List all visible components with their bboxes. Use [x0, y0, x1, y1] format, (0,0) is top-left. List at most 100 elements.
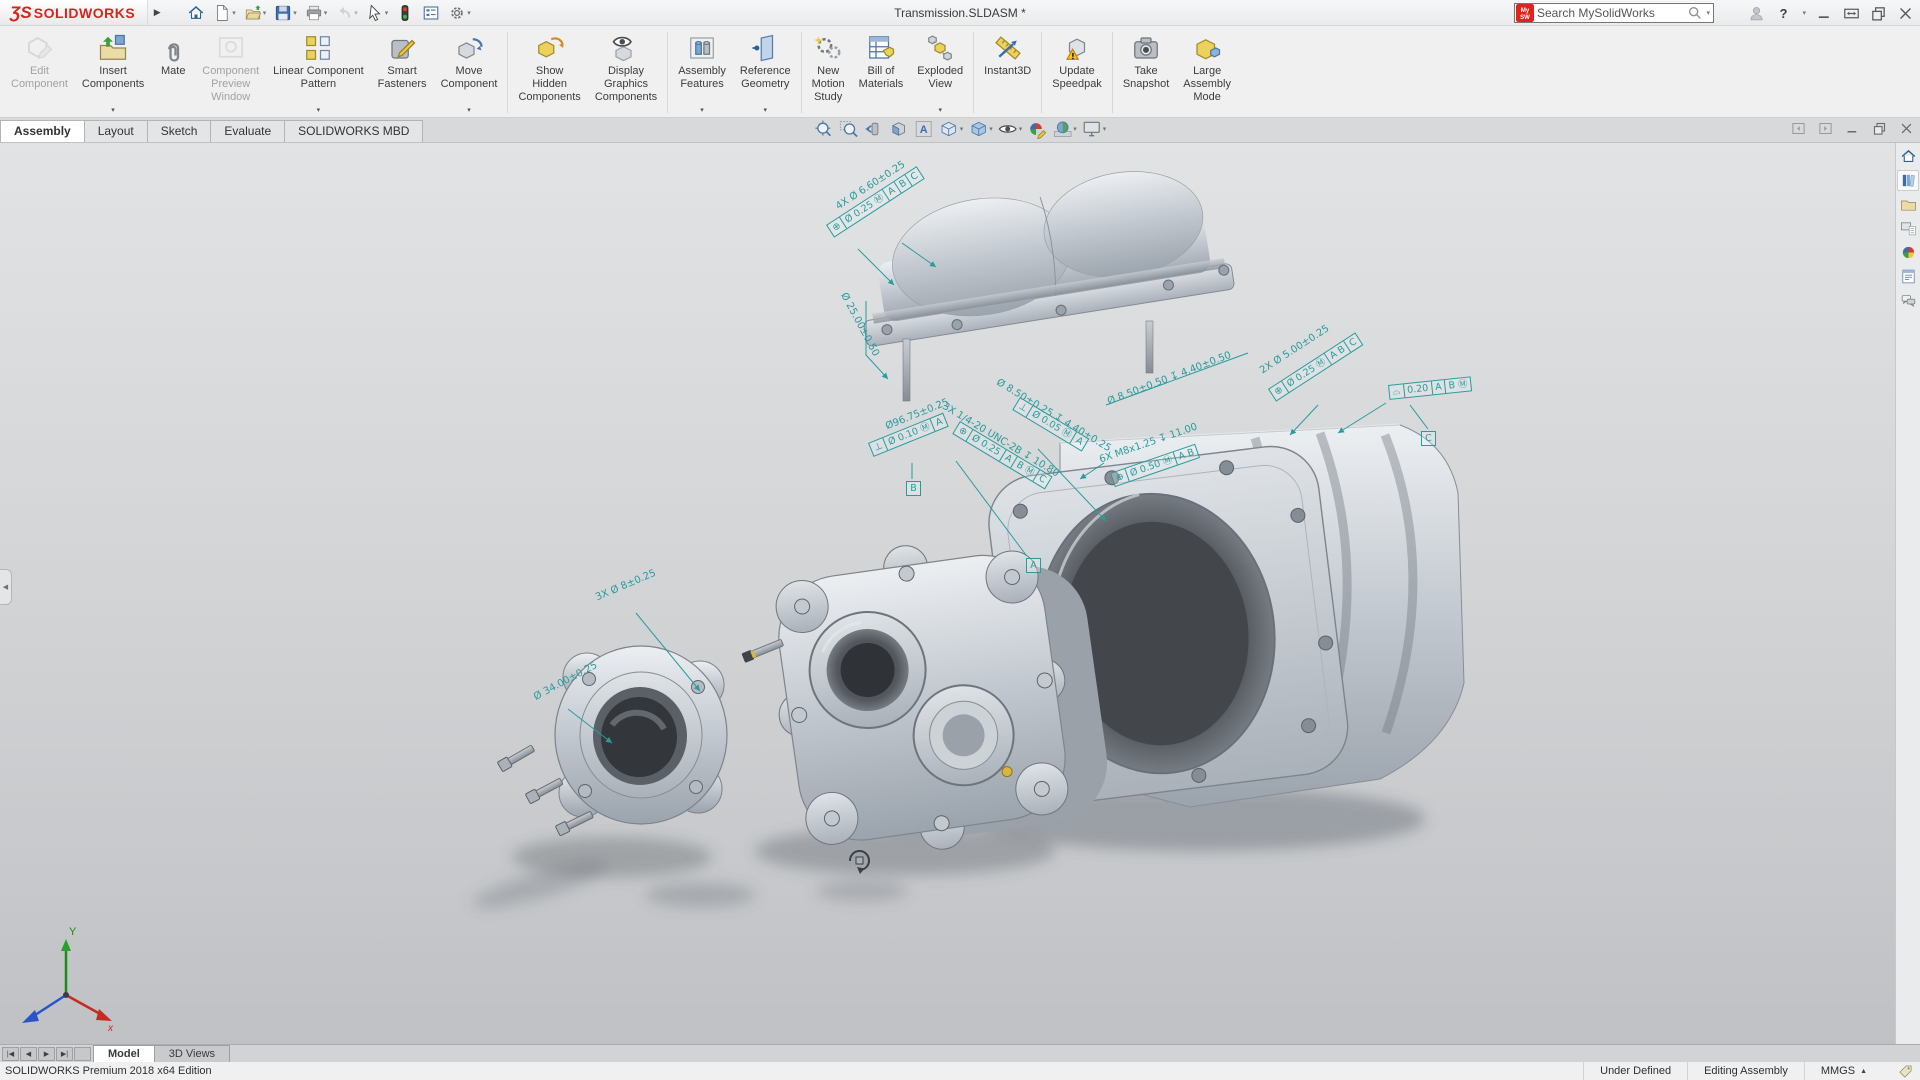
options-button[interactable]: ▾ — [445, 3, 474, 23]
viewport-pane-left-button[interactable] — [1791, 121, 1806, 136]
ribbon-button-display-graphics-components[interactable]: DisplayGraphicsComponents — [588, 28, 664, 117]
dropdown-caret[interactable]: ▾ — [700, 106, 704, 115]
new-document-button[interactable]: ▾ — [210, 3, 239, 23]
ribbon-button-assembly-features[interactable]: AssemblyFeatures▾ — [671, 28, 733, 117]
zoom-to-fit-button[interactable] — [814, 119, 834, 139]
minimize-button[interactable] — [1816, 5, 1833, 22]
ribbon-button-large-assembly-mode[interactable]: LargeAssemblyMode — [1176, 28, 1238, 117]
ribbon-button-reference-geometry[interactable]: ReferenceGeometry▾ — [733, 28, 798, 117]
dropdown-caret[interactable]: ▾ — [764, 106, 768, 115]
select-button[interactable]: ▾ — [363, 3, 392, 23]
dropdown-caret[interactable]: ▾ — [938, 106, 942, 115]
dropdown-caret[interactable]: ▾ — [317, 106, 321, 115]
dropdown-caret[interactable]: ▾ — [263, 9, 267, 17]
viewport-pane-right-button[interactable] — [1818, 121, 1833, 136]
display-style-button[interactable]: ▾ — [968, 119, 993, 139]
featuremanager-collapse-tab[interactable]: ◀ — [0, 569, 12, 605]
bottom-tab-3d-views[interactable]: 3D Views — [154, 1045, 230, 1062]
restore-button[interactable] — [1870, 5, 1887, 22]
graphics-area[interactable]: Y x 3X Ø 8±0.25Ø96.75±0.25⊥Ø 0.10 ⓂABA⌓0… — [0, 143, 1920, 1044]
loose-bolt[interactable] — [741, 638, 784, 663]
dropdown-caret[interactable]: ▾ — [1802, 9, 1806, 17]
dropdown-caret[interactable]: ▾ — [467, 106, 471, 115]
edit-appearance-button[interactable] — [1027, 119, 1047, 139]
search-icon[interactable] — [1687, 5, 1703, 21]
undo-button[interactable]: ▾ — [332, 3, 361, 23]
menu-expand-arrow[interactable]: ▶ — [148, 0, 166, 25]
dropdown-caret[interactable]: ▾ — [324, 9, 328, 17]
tab-layout[interactable]: Layout — [84, 120, 148, 142]
tab-evaluate[interactable]: Evaluate — [210, 120, 285, 142]
viewport-restore-button[interactable] — [1872, 121, 1887, 136]
tab-sketch[interactable]: Sketch — [147, 120, 212, 142]
tab-scroll-button[interactable]: ▶ — [38, 1047, 55, 1061]
tab-scroll-button[interactable]: ◀ — [20, 1047, 37, 1061]
viewport-close-button[interactable] — [1899, 121, 1914, 136]
top-cover-part[interactable] — [847, 157, 1235, 401]
home-button[interactable] — [184, 3, 208, 23]
ribbon-button-bill-of-materials[interactable]: Bill ofMaterials — [852, 28, 911, 117]
bottom-tab-model[interactable]: Model — [93, 1045, 155, 1062]
dropdown-caret[interactable]: ▾ — [467, 9, 471, 17]
ribbon-button-exploded-view[interactable]: ExplodedView▾ — [910, 28, 970, 117]
dropdown-caret[interactable]: ▾ — [111, 106, 115, 115]
status-mmgs[interactable]: MMGS▲ — [1804, 1062, 1883, 1080]
help-button[interactable]: ? — [1775, 5, 1792, 22]
dropdown-caret[interactable]: ▾ — [960, 125, 964, 133]
ribbon-button-move-component[interactable]: MoveComponent▾ — [434, 28, 505, 117]
ribbon-button-show-hidden-components[interactable]: ShowHiddenComponents — [511, 28, 587, 117]
viewport-minimize-button[interactable] — [1845, 121, 1860, 136]
rebuild-button[interactable] — [393, 3, 417, 23]
ribbon-button-linear-component-pattern[interactable]: Linear ComponentPattern▾ — [266, 28, 371, 117]
tag-icon[interactable] — [1897, 1064, 1914, 1079]
dropdown-caret[interactable]: ▾ — [354, 9, 358, 17]
ribbon-button-insert-components[interactable]: InsertComponents▾ — [75, 28, 151, 117]
dynamic-annotation-views-button[interactable]: A — [914, 119, 934, 139]
view-orientation-button[interactable]: ▾ — [939, 119, 964, 139]
previous-view-button[interactable] — [864, 119, 884, 139]
dropdown-caret[interactable]: ▾ — [1073, 125, 1077, 133]
section-view-button[interactable] — [889, 119, 909, 139]
close-button[interactable] — [1897, 5, 1914, 22]
tab-scroll-button[interactable]: ▶| — [56, 1047, 73, 1061]
taskpane-custom-properties-button[interactable] — [1897, 266, 1919, 287]
tab-assembly[interactable]: Assembly — [0, 120, 85, 142]
taskpane-design-library-button[interactable] — [1897, 170, 1919, 191]
taskpane-tp-home-button[interactable] — [1897, 146, 1919, 167]
tab-scroll-button[interactable]: |◀ — [2, 1047, 19, 1061]
ribbon-button-new-motion-study[interactable]: NewMotionStudy — [805, 28, 852, 117]
dropdown-caret[interactable]: ▾ — [232, 9, 236, 17]
ribbon-button-mate[interactable]: Mate — [151, 28, 195, 117]
dropdown-caret[interactable]: ▾ — [385, 9, 389, 17]
apply-scene-button[interactable]: ▾ — [1052, 119, 1077, 139]
tab-scroll-button[interactable] — [74, 1047, 91, 1061]
zoom-to-area-button[interactable] — [839, 119, 859, 139]
tab-solidworks-mbd[interactable]: SOLIDWORKS MBD — [284, 120, 423, 142]
dropdown-caret[interactable]: ▾ — [1103, 125, 1107, 133]
file-properties-button[interactable] — [419, 3, 443, 23]
ribbon-button-update-speedpak[interactable]: UpdateSpeedpak — [1045, 28, 1109, 117]
ribbon-button-instant3d[interactable]: Instant3D — [977, 28, 1038, 117]
taskpane-file-explorer-button[interactable] — [1897, 194, 1919, 215]
hide-show-items-button[interactable]: ▾ — [998, 119, 1023, 139]
dropdown-caret[interactable]: ▾ — [293, 9, 297, 17]
taskpane-solidworks-forum-button[interactable] — [1897, 290, 1919, 311]
ribbon-button-take-snapshot[interactable]: TakeSnapshot — [1116, 28, 1176, 117]
ribbon-button-smart-fasteners[interactable]: SmartFasteners — [371, 28, 434, 117]
print-button[interactable]: ▾ — [302, 3, 331, 23]
center-housing-part[interactable] — [741, 526, 1114, 869]
save-button[interactable]: ▾ — [271, 3, 300, 23]
search-dropdown-caret[interactable]: ▾ — [1706, 9, 1710, 17]
ribbon-button-component-preview-window: ComponentPreviewWindow — [195, 28, 266, 117]
search-input[interactable] — [1537, 6, 1687, 20]
span-displays-button[interactable] — [1843, 5, 1860, 22]
taskpane-view-palette-button[interactable] — [1897, 218, 1919, 239]
view-settings-button[interactable]: ▾ — [1082, 119, 1107, 139]
dropdown-caret[interactable]: ▾ — [989, 125, 993, 133]
sign-in-button[interactable] — [1748, 5, 1765, 22]
taskpane-appearances-scenes-button[interactable] — [1897, 242, 1919, 263]
end-cover-part[interactable] — [497, 646, 727, 836]
open-button[interactable]: ▾ — [241, 3, 270, 23]
dropdown-caret[interactable]: ▾ — [1019, 125, 1023, 133]
rebuild-icon — [396, 4, 414, 22]
